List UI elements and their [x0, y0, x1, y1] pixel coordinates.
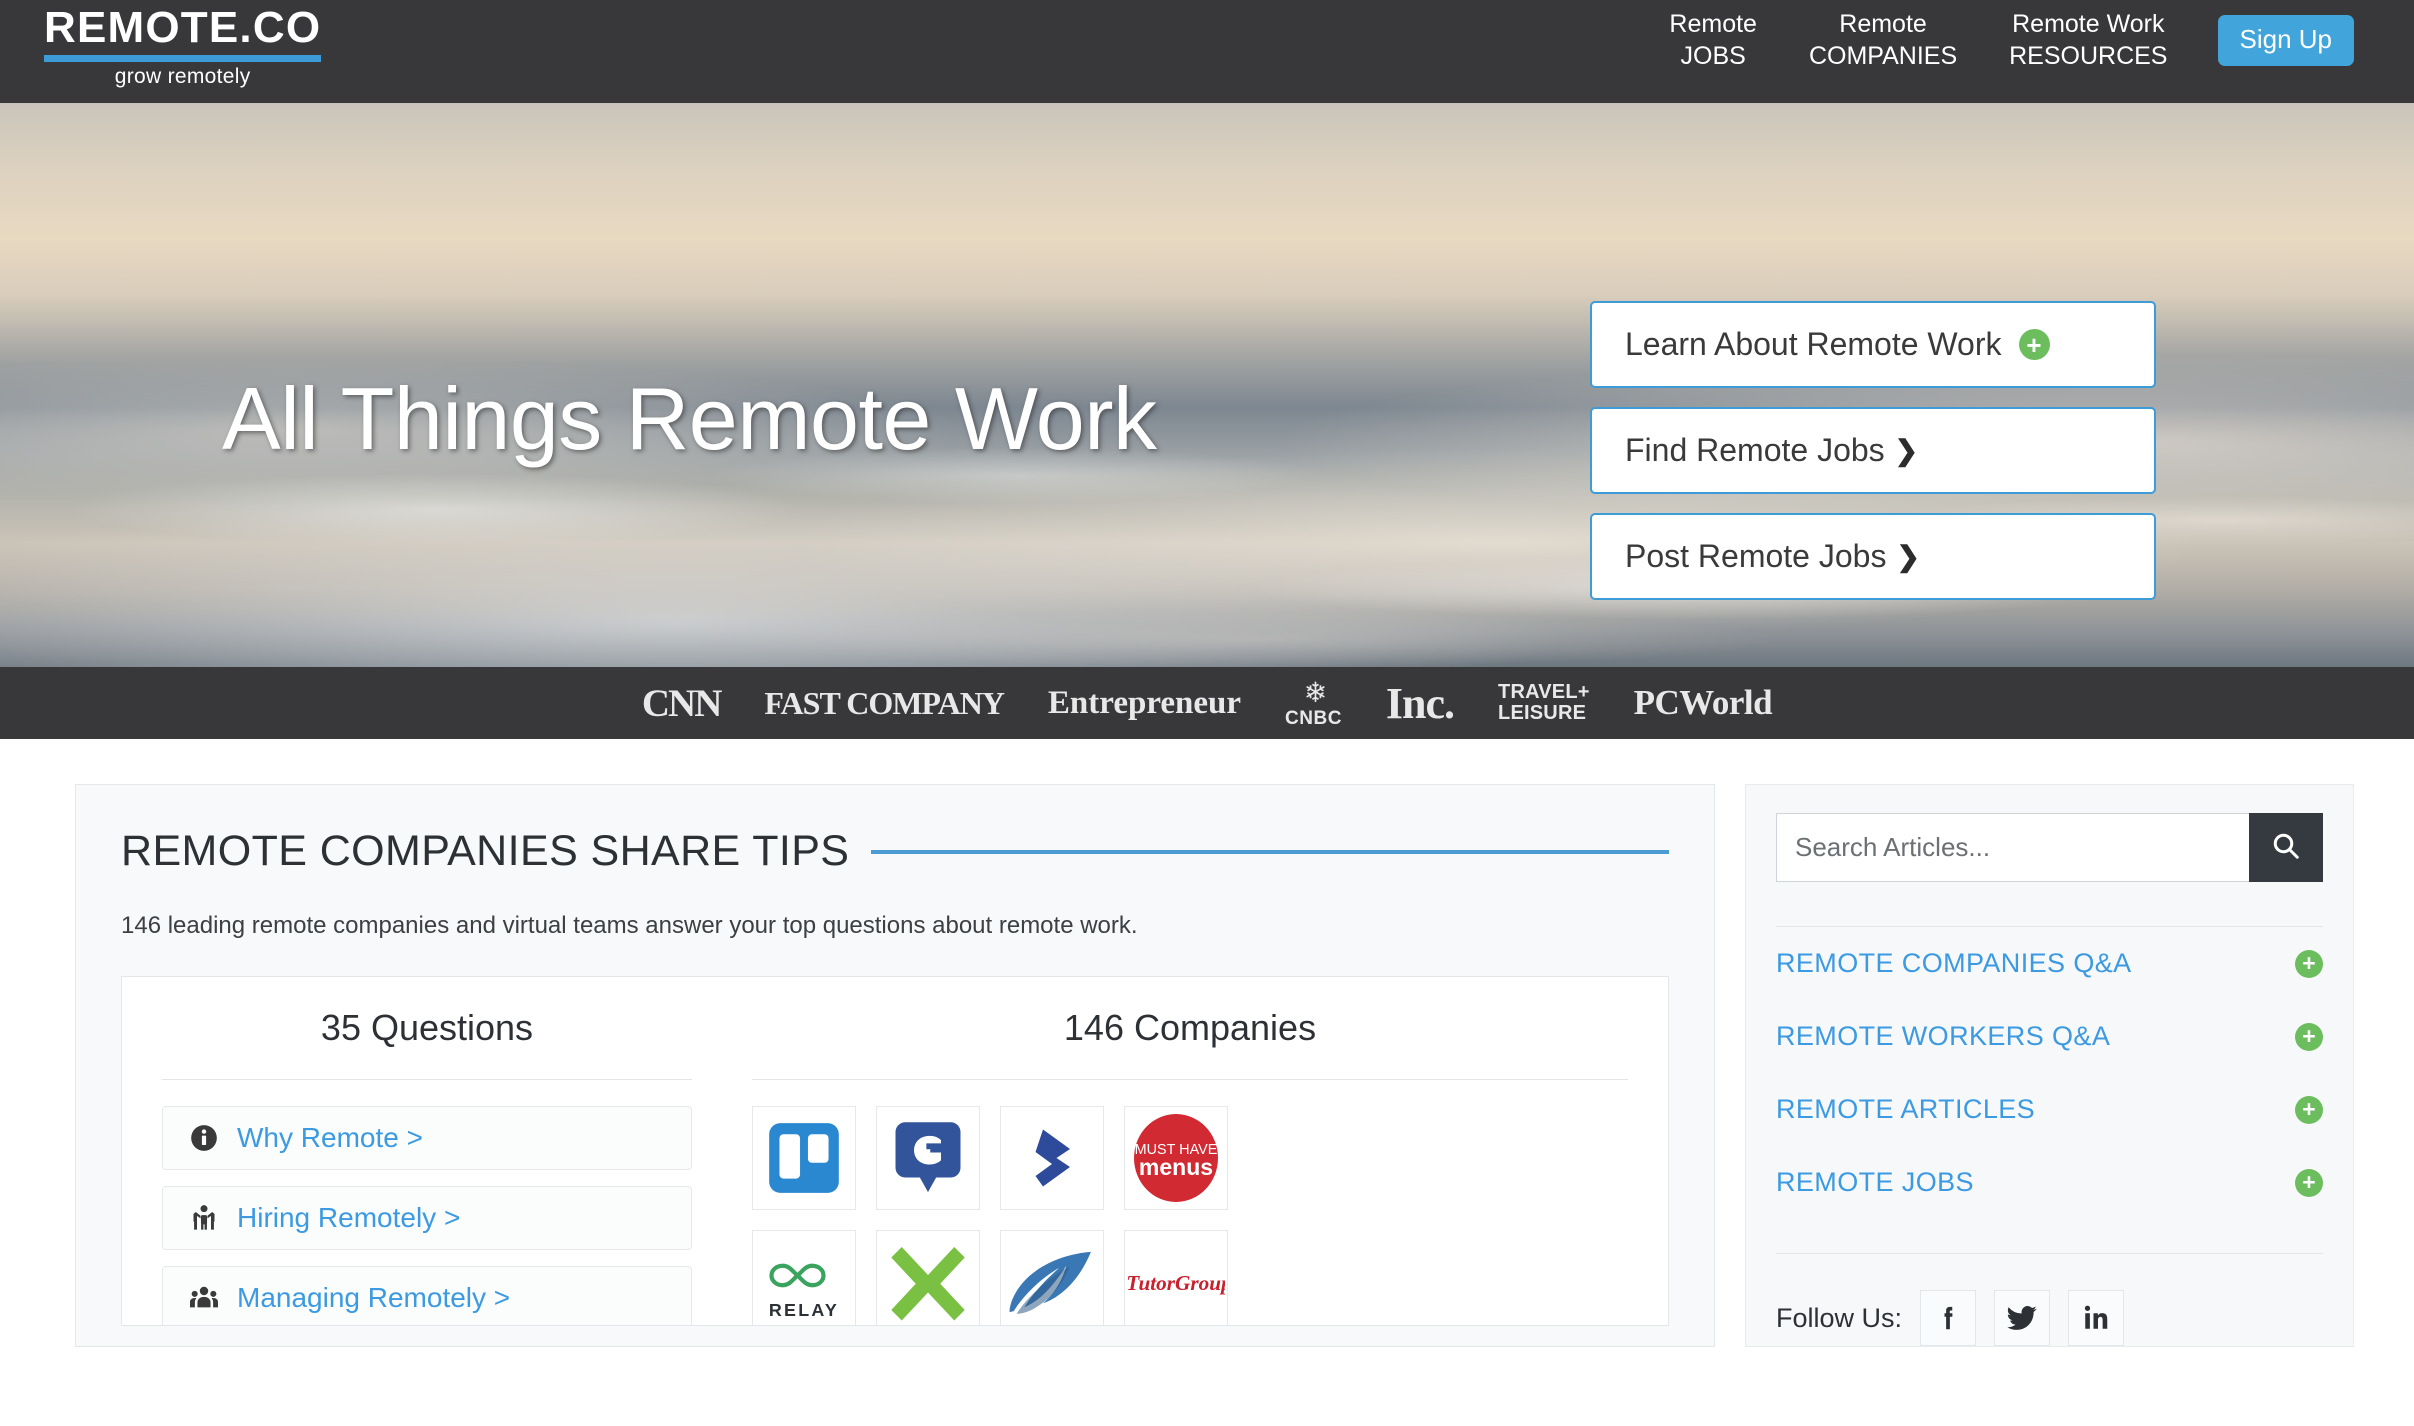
nav-item-remote-jobs[interactable]: Remote JOBS: [1643, 8, 1783, 72]
divider: [162, 1079, 692, 1080]
follow-us-row: Follow Us:: [1776, 1290, 2323, 1346]
facebook-icon[interactable]: [1920, 1290, 1977, 1346]
companies-column: 146 Companies MUST HAVE menus RELAY Tuto…: [752, 1007, 1628, 1325]
sidebar: REMOTE COMPANIES Q&A + REMOTE WORKERS Q&…: [1745, 784, 2354, 1347]
company-logo-itutorgroup[interactable]: iTutorGroup: [1124, 1230, 1228, 1325]
sidebar-item-remote-jobs[interactable]: REMOTE JOBS +: [1776, 1146, 2323, 1219]
site-header: REMOTE.CO grow remotely Remote JOBS Remo…: [0, 0, 2414, 103]
search-input[interactable]: [1776, 813, 2249, 882]
company-logo-clarity[interactable]: [876, 1106, 980, 1210]
question-item-managing-remotely[interactable]: Managing Remotely >: [162, 1266, 692, 1325]
cta-learn-about-remote-work[interactable]: Learn About Remote Work +: [1590, 301, 2156, 388]
travel-leisure-logo: TRAVEL+ LEISURE: [1498, 682, 1590, 724]
hero-cta-stack: Learn About Remote Work + Find Remote Jo…: [1590, 301, 2156, 619]
sidebar-item-label: REMOTE WORKERS Q&A: [1776, 1021, 2111, 1051]
press-logo-bar: CNN FAST COMPANY Entrepreneur ❄ CNBC Inc…: [0, 667, 2414, 739]
cnbc-logo: ❄ CNBC: [1285, 676, 1342, 729]
inc-logo: Inc.: [1385, 678, 1455, 728]
svg-text:menus: menus: [1139, 1154, 1213, 1180]
nav-item-line2: JOBS: [1680, 42, 1746, 70]
sidebar-item-label: REMOTE JOBS: [1776, 1167, 1974, 1197]
question-item-label: Hiring Remotely >: [237, 1202, 461, 1233]
logo-tagline: grow remotely: [114, 65, 251, 88]
nav-item-line2: COMPANIES: [1808, 42, 1958, 70]
fast-company-logo: FAST COMPANY: [764, 684, 1005, 721]
follow-us-label: Follow Us:: [1776, 1302, 1903, 1333]
company-logo-must-have-menus[interactable]: MUST HAVE menus: [1124, 1106, 1228, 1210]
question-item-label: Managing Remotely >: [237, 1282, 511, 1313]
cnbc-label: CNBC: [1285, 707, 1342, 729]
plus-circle-icon: +: [2295, 1168, 2323, 1197]
section-header: REMOTE COMPANIES SHARE TIPS: [121, 827, 1669, 876]
page-title: REMOTE COMPANIES SHARE TIPS: [121, 827, 850, 875]
sidebar-item-label: REMOTE COMPANIES Q&A: [1776, 948, 2132, 978]
logo-underline: [44, 55, 322, 62]
sidebar-item-remote-articles[interactable]: REMOTE ARTICLES +: [1776, 1073, 2323, 1146]
cta-label: Learn About Remote Work: [1625, 326, 2002, 362]
nav-item-line1: Remote: [1839, 10, 1927, 38]
questions-column: 35 Questions Why Remote > Hiring Remotel…: [162, 1007, 692, 1325]
section-subtitle: 146 leading remote companies and virtual…: [121, 912, 1138, 939]
company-logo-arrow[interactable]: [1000, 1106, 1104, 1210]
sidebar-item-remote-companies-qa[interactable]: REMOTE COMPANIES Q&A +: [1776, 927, 2323, 1000]
main-navigation: Remote JOBS Remote COMPANIES Remote Work…: [1643, 0, 2354, 72]
plus-circle-icon: +: [2018, 329, 2050, 360]
plus-circle-icon: +: [2295, 949, 2323, 978]
search-icon: [2271, 831, 2301, 864]
company-logo-trello[interactable]: [752, 1106, 856, 1210]
section-rule: [871, 849, 1669, 854]
chevron-right-icon: ❯: [1894, 435, 1919, 466]
search-button[interactable]: [2249, 813, 2323, 882]
person-raised-arms-icon: [189, 1203, 219, 1233]
site-logo[interactable]: REMOTE.CO grow remotely: [44, 0, 322, 88]
search-row: [1776, 813, 2323, 882]
plus-circle-icon: +: [2295, 1095, 2323, 1124]
nav-item-remote-work-resources[interactable]: Remote Work RESOURCES: [1983, 8, 2193, 72]
chevron-right-icon: ❯: [1896, 541, 1920, 572]
questions-heading: 35 Questions: [320, 1007, 534, 1048]
nav-item-line1: Remote: [1669, 10, 1757, 38]
logo-wordmark: REMOTE.CO: [44, 3, 322, 52]
hero-title: All Things Remote Work: [222, 369, 1157, 468]
cnn-logo: CNN: [641, 681, 722, 725]
divider: [1776, 1253, 2323, 1254]
pcworld-logo: PCWorld: [1633, 683, 1773, 722]
question-item-why-remote[interactable]: Why Remote >: [162, 1106, 692, 1170]
companies-heading: 146 Companies: [1063, 1007, 1317, 1048]
company-logo-blue-feather[interactable]: [1000, 1230, 1104, 1325]
plus-circle-icon: +: [2295, 1022, 2323, 1051]
company-logo-relay[interactable]: RELAY: [752, 1230, 856, 1325]
divider: [752, 1079, 1628, 1080]
questions-companies-panel: 35 Questions Why Remote > Hiring Remotel…: [121, 976, 1669, 1326]
cta-post-remote-jobs[interactable]: Post Remote Jobs ❯: [1590, 513, 2156, 600]
sign-up-button[interactable]: Sign Up: [2217, 15, 2354, 66]
nav-item-line2: RESOURCES: [2009, 42, 2168, 70]
twitter-icon[interactable]: [1994, 1290, 2051, 1346]
question-item-label: Why Remote >: [237, 1122, 423, 1153]
people-group-icon: [189, 1283, 219, 1313]
company-logo-grid: MUST HAVE menus RELAY iTutorGroup: [752, 1106, 1628, 1325]
hero-banner: All Things Remote Work Learn About Remot…: [0, 103, 2414, 667]
linkedin-icon[interactable]: [2068, 1290, 2125, 1346]
company-logo-green-x[interactable]: [876, 1230, 980, 1325]
cta-label: Find Remote Jobs: [1625, 432, 1885, 468]
entrepreneur-logo: Entrepreneur: [1047, 684, 1242, 721]
travel-leisure-line1: TRAVEL+: [1498, 681, 1590, 703]
question-item-hiring-remotely[interactable]: Hiring Remotely >: [162, 1186, 692, 1250]
travel-leisure-line2: LEISURE: [1498, 702, 1587, 724]
svg-text:iTutorGroup: iTutorGroup: [1127, 1271, 1225, 1295]
sidebar-item-label: REMOTE ARTICLES: [1776, 1094, 2036, 1124]
cta-find-remote-jobs[interactable]: Find Remote Jobs ❯: [1590, 407, 2156, 494]
peacock-icon: ❄: [1303, 676, 1328, 708]
page-body: REMOTE COMPANIES SHARE TIPS 146 leading …: [0, 739, 2414, 1347]
info-circle-icon: [189, 1123, 219, 1153]
main-content-card: REMOTE COMPANIES SHARE TIPS 146 leading …: [75, 784, 1715, 1347]
nav-item-remote-companies[interactable]: Remote COMPANIES: [1783, 8, 1983, 72]
sidebar-item-remote-workers-qa[interactable]: REMOTE WORKERS Q&A +: [1776, 1000, 2323, 1073]
cta-label: Post Remote Jobs: [1625, 538, 1887, 574]
nav-item-line1: Remote Work: [2012, 10, 2165, 38]
svg-text:RELAY: RELAY: [769, 1300, 839, 1320]
